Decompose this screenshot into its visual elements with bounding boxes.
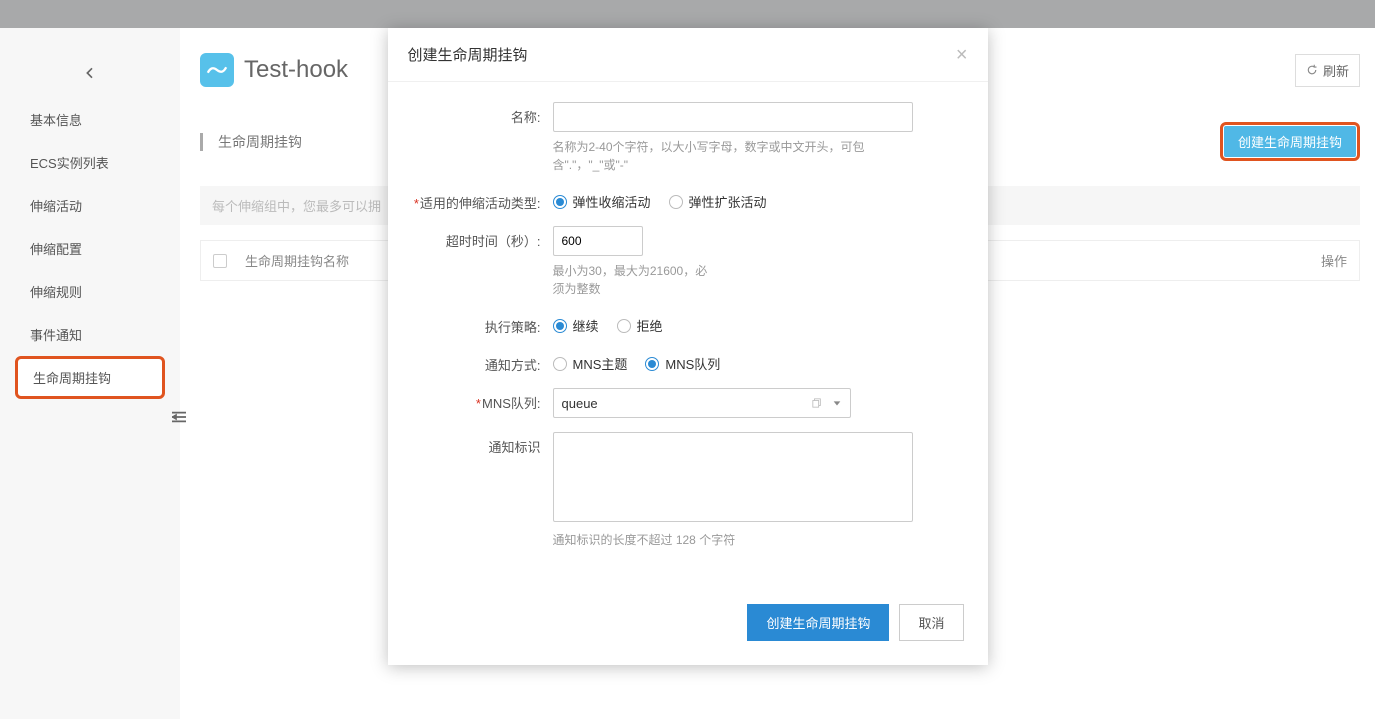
radio-icon	[617, 319, 631, 333]
radio-icon	[553, 195, 567, 209]
sidebar-collapse-toggle[interactable]	[170, 408, 188, 426]
copy-icon	[812, 398, 822, 408]
sidebar-item-basic-info[interactable]: 基本信息	[0, 98, 180, 141]
modal-header: 创建生命周期挂钩 ×	[388, 28, 988, 82]
sidebar-item-ecs-list[interactable]: ECS实例列表	[0, 141, 180, 184]
app-logo-icon	[200, 53, 234, 87]
modal-body: 名称: 名称为2-40个字符，以大小写字母，数字或中文开头，可包含"."，"_"…	[388, 82, 988, 588]
sidebar-item-scaling-config[interactable]: 伸缩配置	[0, 227, 180, 270]
label-activity-type: *适用的伸缩活动类型:	[408, 188, 553, 212]
radio-scale-in[interactable]: 弹性收缩活动	[553, 192, 651, 211]
mns-queue-select[interactable]: queue	[553, 388, 851, 418]
col-name: 生命周期挂钩名称	[245, 251, 349, 270]
modal-submit-button[interactable]: 创建生命周期挂钩	[747, 604, 889, 641]
radio-icon	[645, 357, 659, 371]
refresh-icon	[1306, 64, 1318, 76]
sidebar: 基本信息 ECS实例列表 伸缩活动 伸缩配置 伸缩规则 事件通知 生命周期挂钩	[0, 28, 180, 719]
section-title: 生命周期挂钩	[218, 132, 302, 152]
modal-title: 创建生命周期挂钩	[408, 44, 528, 65]
select-all-checkbox[interactable]	[213, 254, 227, 268]
refresh-button[interactable]: 刷新	[1295, 54, 1360, 87]
radio-icon	[669, 195, 683, 209]
modal-cancel-button[interactable]: 取消	[899, 604, 963, 641]
top-band	[0, 0, 1375, 28]
timeout-hint: 最小为30，最大为21600，必须为整数	[553, 262, 713, 298]
create-hook-modal: 创建生命周期挂钩 × 名称: 名称为2-40个字符，以大小写字母，数字或中文开头…	[388, 28, 988, 665]
sidebar-item-scaling-rules[interactable]: 伸缩规则	[0, 270, 180, 313]
modal-close-button[interactable]: ×	[956, 45, 968, 65]
notify-id-hint: 通知标识的长度不超过 128 个字符	[553, 531, 893, 549]
radio-icon	[553, 357, 567, 371]
sidebar-item-event-notify[interactable]: 事件通知	[0, 313, 180, 356]
label-name: 名称:	[408, 102, 553, 126]
timeout-input[interactable]	[553, 226, 643, 256]
create-hook-button[interactable]: 创建生命周期挂钩	[1224, 126, 1356, 157]
radio-icon	[553, 319, 567, 333]
refresh-label: 刷新	[1323, 61, 1349, 80]
radio-reject[interactable]: 拒绝	[617, 316, 663, 335]
label-notify-id: 通知标识	[408, 432, 553, 456]
sidebar-item-scaling-activity[interactable]: 伸缩活动	[0, 184, 180, 227]
label-notify-method: 通知方式:	[408, 350, 553, 374]
label-policy: 执行策略:	[408, 312, 553, 336]
col-actions: 操作	[1321, 251, 1347, 270]
modal-footer: 创建生命周期挂钩 取消	[388, 588, 988, 665]
page-title: Test-hook	[244, 56, 348, 84]
chevron-down-icon	[832, 398, 842, 408]
section-bar	[200, 133, 203, 151]
chevron-left-icon	[82, 65, 98, 81]
select-value: queue	[562, 396, 598, 411]
label-timeout: 超时时间（秒）:	[408, 226, 553, 250]
collapse-icon	[172, 411, 186, 423]
create-hook-button-wrap: 创建生命周期挂钩	[1220, 122, 1360, 161]
sidebar-item-lifecycle-hook[interactable]: 生命周期挂钩	[15, 356, 165, 399]
radio-mns-queue[interactable]: MNS队列	[645, 354, 720, 373]
radio-mns-topic[interactable]: MNS主题	[553, 354, 628, 373]
name-input[interactable]	[553, 102, 913, 132]
radio-scale-out[interactable]: 弹性扩张活动	[669, 192, 767, 211]
label-mns-queue: *MNS队列:	[408, 388, 553, 412]
radio-continue[interactable]: 继续	[553, 316, 599, 335]
name-hint: 名称为2-40个字符，以大小写字母，数字或中文开头，可包含"."，"_"或"-"	[553, 138, 893, 174]
notify-id-textarea[interactable]	[553, 432, 913, 522]
back-button[interactable]	[0, 48, 180, 98]
